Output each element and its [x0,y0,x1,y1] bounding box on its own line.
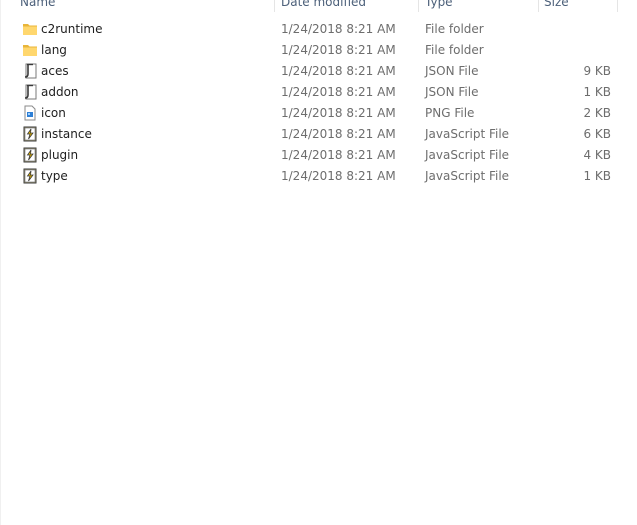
file-date-modified: 1/24/2018 8:21 AM [281,43,396,57]
file-type: JavaScript File [425,148,510,162]
javascript-file-icon [22,147,38,163]
column-header-size[interactable]: Size [544,0,617,12]
column-divider[interactable] [274,0,275,12]
file-explorer-pane: Name Date modified Type Size c2runtime 1… [0,0,637,525]
column-divider[interactable] [538,0,539,12]
folder-icon [22,42,38,58]
file-date-modified: 1/24/2018 8:21 AM [281,106,396,120]
file-name: c2runtime [41,22,103,36]
file-list: c2runtime 1/24/2018 8:21 AM File folder … [1,19,631,187]
file-type: JSON File [425,64,479,78]
file-size: 1 KB [583,85,611,99]
file-type: File folder [425,22,484,36]
json-file-icon [22,63,38,79]
file-row-icon[interactable]: icon 1/24/2018 8:21 AM PNG File 2 KB [1,103,631,124]
file-date-modified: 1/24/2018 8:21 AM [281,22,396,36]
javascript-file-icon [22,168,38,184]
file-name: lang [41,43,67,57]
file-date-modified: 1/24/2018 8:21 AM [281,169,396,183]
file-row-c2runtime[interactable]: c2runtime 1/24/2018 8:21 AM File folder [1,19,631,40]
file-name: addon [41,85,79,99]
file-size: 4 KB [583,148,611,162]
file-type: PNG File [425,106,475,120]
file-row-lang[interactable]: lang 1/24/2018 8:21 AM File folder [1,40,631,61]
javascript-file-icon [22,126,38,142]
file-size: 9 KB [583,64,611,78]
file-type: File folder [425,43,484,57]
json-file-icon [22,84,38,100]
file-date-modified: 1/24/2018 8:21 AM [281,127,396,141]
file-type: JavaScript File [425,127,510,141]
file-row-addon[interactable]: addon 1/24/2018 8:21 AM JSON File 1 KB [1,82,631,103]
file-name: aces [41,64,69,78]
file-size: 2 KB [583,106,611,120]
file-row-aces[interactable]: aces 1/24/2018 8:21 AM JSON File 9 KB [1,61,631,82]
file-name: icon [41,106,66,120]
column-header-bar: Name Date modified Type Size [1,0,631,12]
file-name: instance [41,127,92,141]
column-divider[interactable] [617,0,618,12]
file-name: type [41,169,68,183]
column-header-name[interactable]: Name [20,0,274,12]
column-divider[interactable] [418,0,419,12]
folder-icon [22,21,38,37]
file-type: JavaScript File [425,169,510,183]
png-file-icon [22,105,38,121]
file-row-instance[interactable]: instance 1/24/2018 8:21 AM JavaScript Fi… [1,124,631,145]
file-row-plugin[interactable]: plugin 1/24/2018 8:21 AM JavaScript File… [1,145,631,166]
file-date-modified: 1/24/2018 8:21 AM [281,85,396,99]
column-header-type[interactable]: Type [425,0,537,12]
file-row-type[interactable]: type 1/24/2018 8:21 AM JavaScript File 1… [1,166,631,187]
file-size: 1 KB [583,169,611,183]
file-name: plugin [41,148,79,162]
file-date-modified: 1/24/2018 8:21 AM [281,148,396,162]
file-date-modified: 1/24/2018 8:21 AM [281,64,396,78]
file-size: 6 KB [583,127,611,141]
column-header-date-modified[interactable]: Date modified [281,0,417,12]
file-type: JSON File [425,85,479,99]
